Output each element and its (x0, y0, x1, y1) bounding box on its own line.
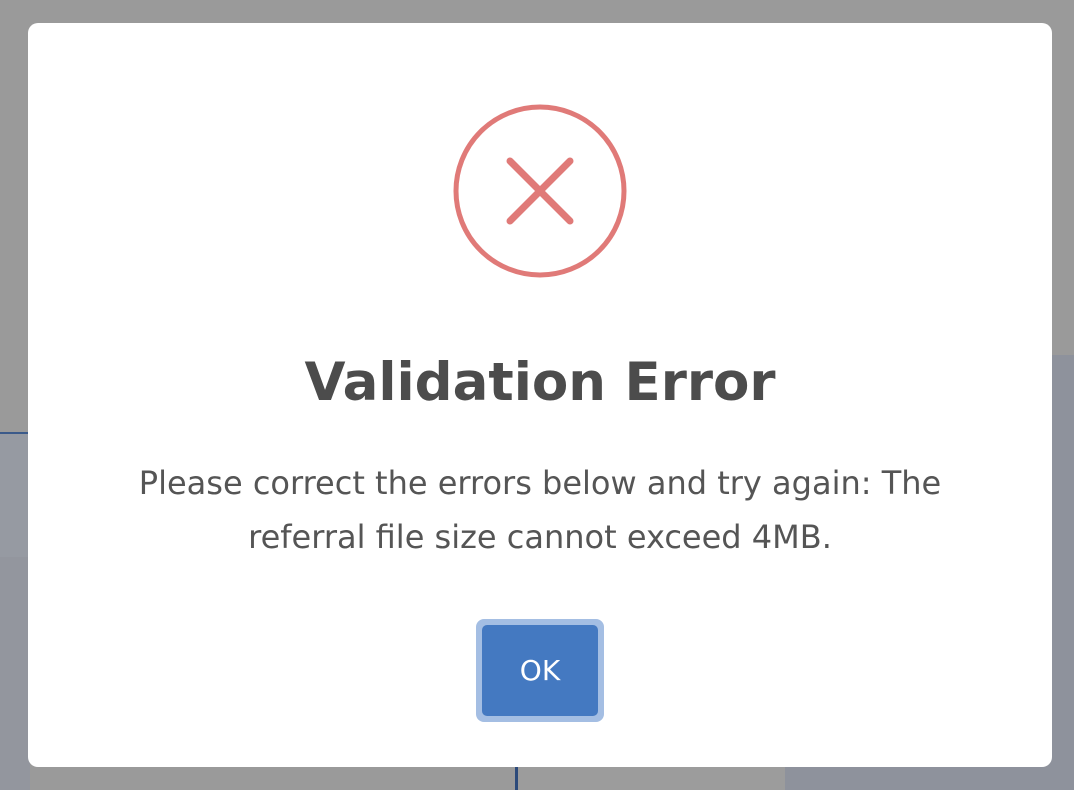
dialog-message: Please correct the errors below and try … (138, 464, 942, 556)
validation-error-dialog: Validation Error Please correct the erro… (28, 23, 1052, 767)
error-circle-x-icon (453, 104, 627, 278)
background-panel (785, 765, 1074, 790)
dialog-title: Validation Error (304, 352, 776, 413)
background-panel (0, 557, 30, 790)
background-panel (515, 765, 788, 790)
background-panel (0, 432, 30, 559)
ok-button[interactable]: OK (482, 625, 598, 716)
